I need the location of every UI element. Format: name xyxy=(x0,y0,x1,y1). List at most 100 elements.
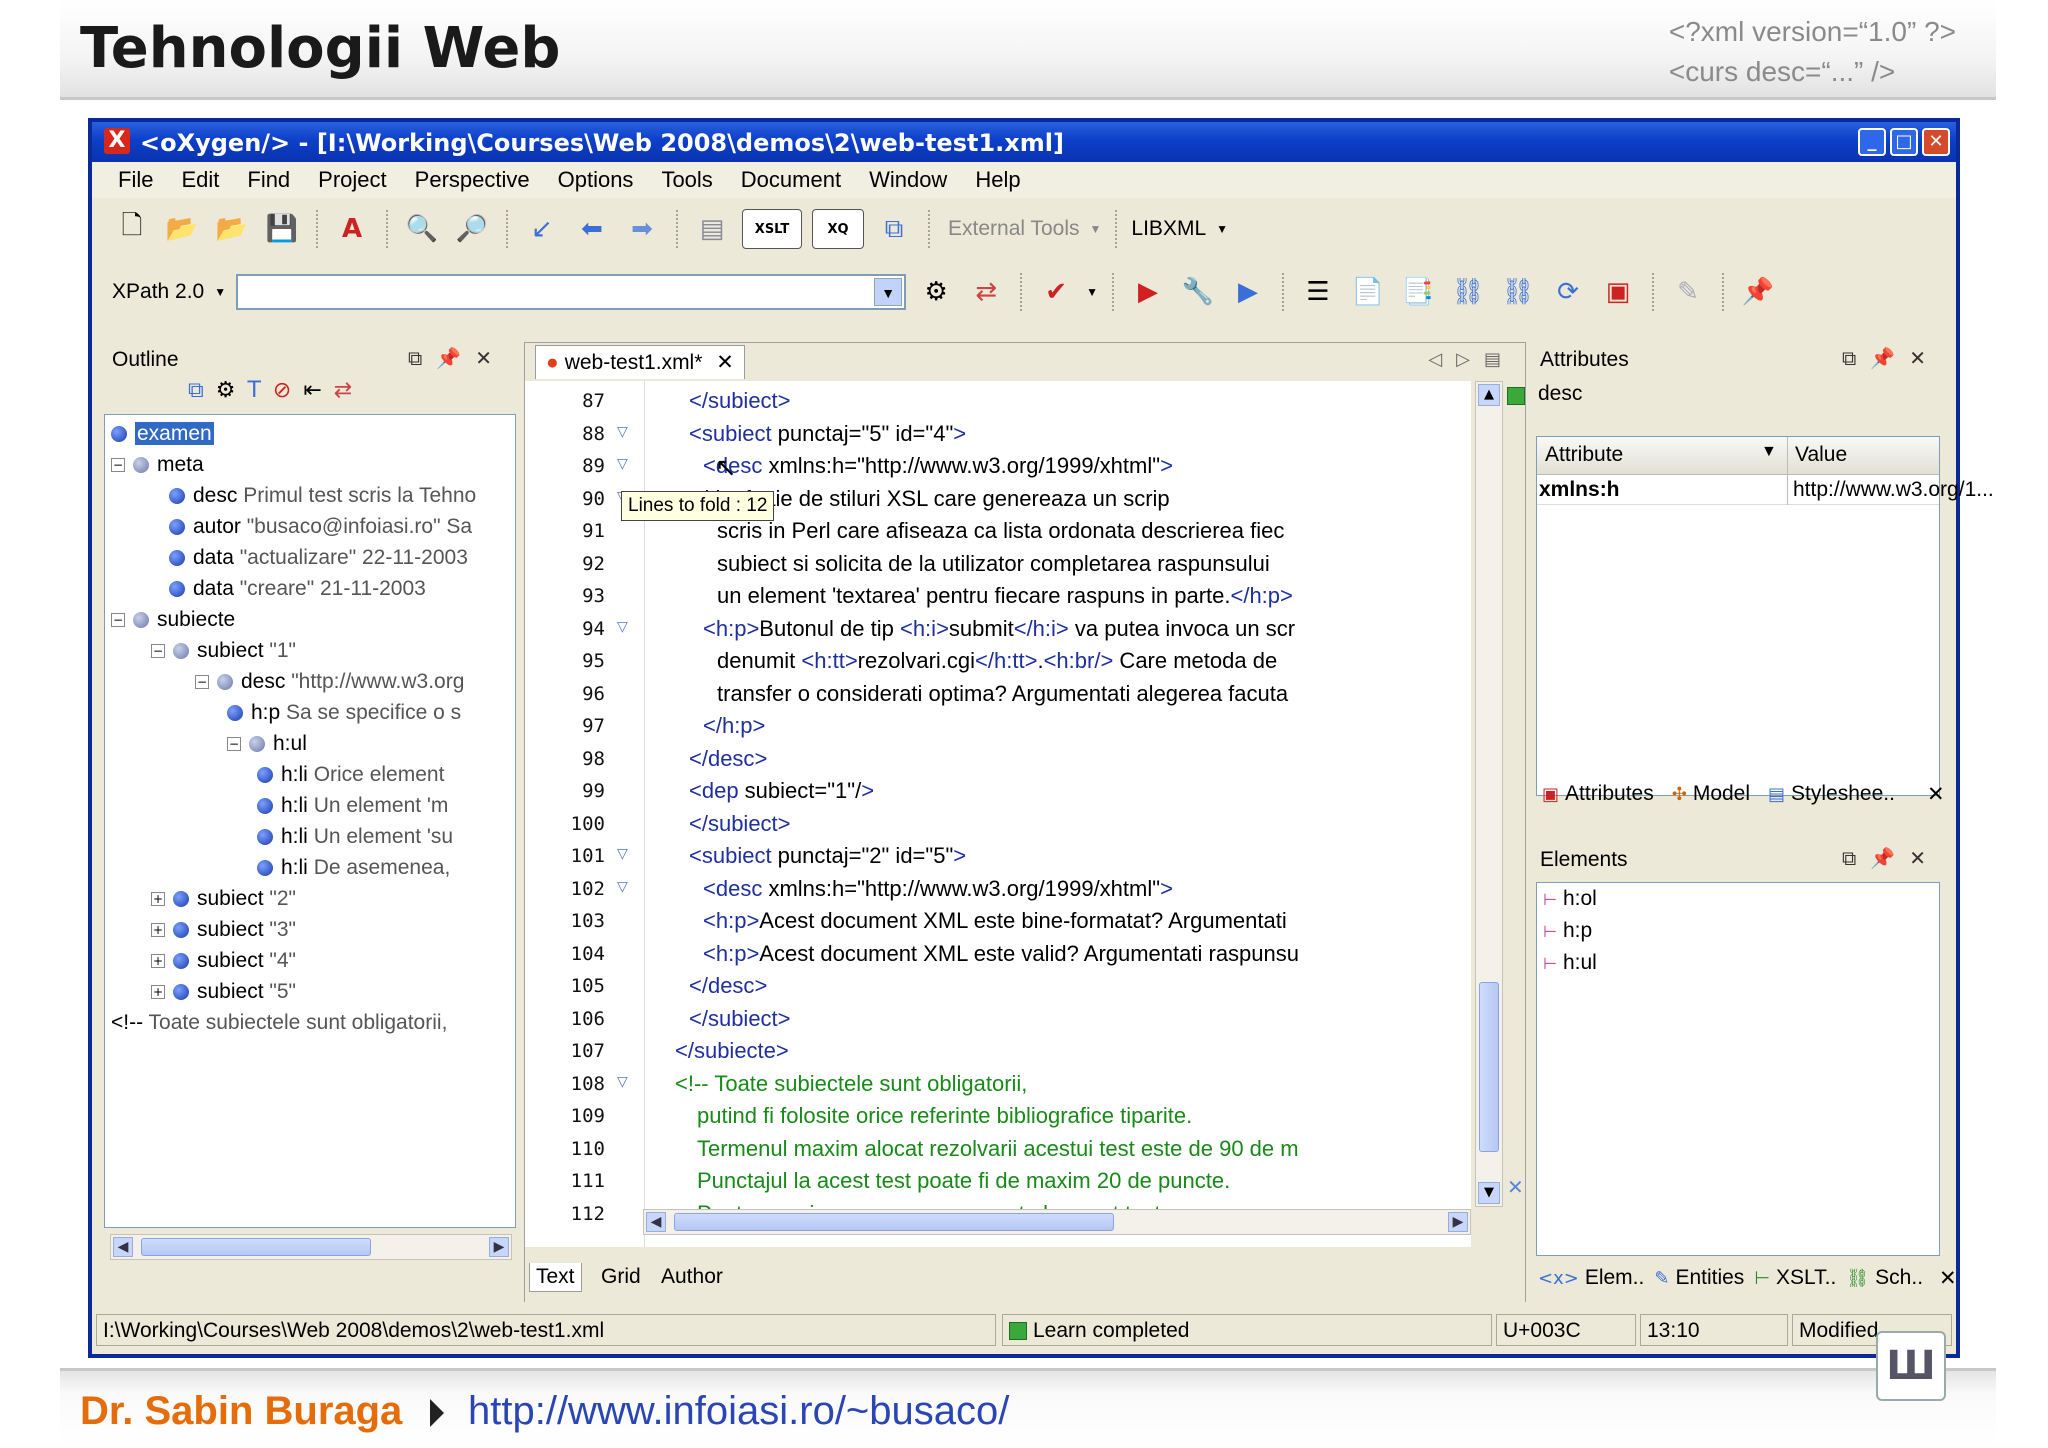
close-icon[interactable]: ✕ xyxy=(1909,346,1940,370)
outline-hscroll[interactable]: ◀ ▶ xyxy=(110,1234,512,1260)
outline-node[interactable]: h:p Sa se specifice o s xyxy=(227,698,461,728)
expand-icon[interactable]: + xyxy=(151,954,165,969)
scroll-thumb[interactable] xyxy=(674,1213,1114,1231)
fold-toggle-icon[interactable]: ▽ xyxy=(617,619,628,635)
open-url-icon[interactable]: 📂 xyxy=(212,209,252,249)
transform-icon[interactable]: ⧉ xyxy=(874,209,914,249)
code-line[interactable]: </subiecte> xyxy=(675,1035,789,1067)
pin-icon[interactable]: 📌 xyxy=(1738,272,1778,312)
xpath-input[interactable]: ▼ xyxy=(236,274,907,310)
back-icon[interactable]: ⬅ xyxy=(572,209,612,249)
close-icon[interactable]: ✕ xyxy=(1927,782,1945,807)
xquery-icon[interactable]: XQ xyxy=(812,209,864,249)
tree-map-icon[interactable]: ⛓ xyxy=(1498,272,1538,312)
maximize-button[interactable]: □ xyxy=(1890,128,1918,156)
pin-icon[interactable]: 📌 xyxy=(1870,846,1909,870)
code-line[interactable]: <desc xmlns:h="http://www.w3.org/1999/xh… xyxy=(703,450,1173,482)
title-bar[interactable]: X <oXygen/> - [I:\Working\Courses\Web 20… xyxy=(92,122,1956,162)
expand-icon[interactable]: + xyxy=(151,985,165,1000)
fold-toggle-icon[interactable]: ▽ xyxy=(617,456,628,472)
code-line[interactable]: <h:p>Butonul de tip <h:i>submit</h:i> va… xyxy=(703,613,1295,645)
list-item[interactable]: ⊢ h:ol xyxy=(1543,887,1597,911)
outline-node[interactable]: autor "busaco@infoiasi.ro" Sa xyxy=(169,512,472,542)
pin-icon[interactable]: 📌 xyxy=(1870,346,1909,370)
code-line[interactable]: </subiect> xyxy=(689,1003,791,1035)
code-line[interactable]: </desc> xyxy=(689,743,767,775)
minimize-button[interactable]: _ xyxy=(1858,128,1886,156)
format-indent-icon[interactable]: ☰ xyxy=(1298,272,1338,312)
outline-node[interactable]: − h:ul xyxy=(227,729,307,759)
close-icon[interactable]: ✕ xyxy=(1939,1266,1957,1291)
outline-text-icon[interactable]: T xyxy=(247,378,260,403)
restore-icon[interactable]: ⧉ xyxy=(1842,346,1870,370)
menu-options[interactable]: Options xyxy=(558,167,634,193)
table-row[interactable]: xmlns:h http://www.w3.org/1... xyxy=(1537,475,1994,505)
outline-node[interactable]: h:li Un element 'su xyxy=(257,822,453,852)
forward-icon[interactable]: ➡ xyxy=(622,209,662,249)
find-icon[interactable]: 🔍 xyxy=(402,209,442,249)
outline-node[interactable]: + subiect "2" xyxy=(151,884,296,914)
chevron-down-icon[interactable]: ▼ xyxy=(874,278,903,306)
slide-url[interactable]: http://www.infoiasi.ro/~busaco/ xyxy=(468,1389,1009,1434)
menu-document[interactable]: Document xyxy=(741,167,841,193)
code-line[interactable]: <h:p>Acest document XML este valid? Argu… xyxy=(703,938,1299,970)
scroll-thumb[interactable] xyxy=(141,1238,371,1256)
tab-prev-icon[interactable]: ◁ xyxy=(1428,349,1456,370)
restore-icon[interactable]: ⧉ xyxy=(408,346,436,370)
fold-toggle-icon[interactable]: ▽ xyxy=(617,424,628,440)
last-edit-icon[interactable]: ↙ xyxy=(522,209,562,249)
outline-node[interactable]: − subiect "1" xyxy=(151,636,296,666)
menu-window[interactable]: Window xyxy=(869,167,947,193)
list-item[interactable]: ⊢ h:ul xyxy=(1543,951,1597,975)
code-line[interactable]: denumit <h:tt>rezolvari.cgi</h:tt>.<h:br… xyxy=(717,645,1277,677)
code-line[interactable]: subiect si solicita de la utilizator com… xyxy=(717,548,1270,580)
fold-toggle-icon[interactable]: ▽ xyxy=(617,879,628,895)
close-icon[interactable]: ✕ xyxy=(475,346,506,370)
tab-entities[interactable]: ✎ Entities xyxy=(1654,1266,1744,1290)
tab-attributes[interactable]: ▣ Attributes xyxy=(1542,782,1654,806)
code-line[interactable]: </desc> xyxy=(689,970,767,1002)
xslt-icon[interactable]: XSLT xyxy=(742,209,802,249)
collapse-icon[interactable]: − xyxy=(195,675,209,690)
libxml-dropdown[interactable]: LIBXML xyxy=(1131,217,1206,241)
pin-icon[interactable]: 📌 xyxy=(436,346,475,370)
collapse-icon[interactable]: − xyxy=(151,644,165,659)
menu-help[interactable]: Help xyxy=(975,167,1020,193)
save-icon[interactable]: 💾 xyxy=(262,209,302,249)
find-in-files-icon[interactable]: 🔎 xyxy=(452,209,492,249)
configure-scenario-icon[interactable]: 🔧 xyxy=(1178,272,1218,312)
scroll-down-icon[interactable]: ▼ xyxy=(1478,1182,1500,1204)
attribute-value[interactable]: http://www.w3.org/1... xyxy=(1793,478,1994,502)
close-icon[interactable]: ✕ xyxy=(716,351,734,374)
xpath-version-select[interactable]: XPath 2.0 xyxy=(112,280,204,304)
code-line[interactable]: <dep subiect="1"/> xyxy=(689,775,874,807)
tab-schematron[interactable]: ⛓ Sch.. xyxy=(1846,1266,1923,1290)
outline-node[interactable]: + subiect "4" xyxy=(151,946,296,976)
tab-model[interactable]: ✣ Model xyxy=(1672,782,1750,806)
expand-icon[interactable]: + xyxy=(151,892,165,907)
list-item[interactable]: ⊢ h:p xyxy=(1543,919,1592,943)
new-file-icon[interactable]: 🗋 xyxy=(112,209,152,249)
mode-author-tab[interactable]: Author xyxy=(655,1263,729,1291)
menu-perspective[interactable]: Perspective xyxy=(415,167,530,193)
scroll-up-icon[interactable]: ▲ xyxy=(1478,384,1500,406)
code-line[interactable]: <subiect punctaj="2" id="5"> xyxy=(689,840,966,872)
tab-stylesheet[interactable]: ▤ Styleshee.. xyxy=(1768,782,1895,806)
chevron-down-icon[interactable]: ▼ xyxy=(1216,222,1228,236)
spell-check-icon[interactable]: A xyxy=(332,209,372,249)
code-line[interactable]: Termenul maxim alocat rezolvarii acestui… xyxy=(697,1133,1299,1165)
outline-node[interactable]: h:li Un element 'm xyxy=(257,791,448,821)
code-line[interactable]: <h:p>Acest document XML este bine-format… xyxy=(703,905,1287,937)
menu-file[interactable]: File xyxy=(118,167,153,193)
scroll-thumb[interactable] xyxy=(1479,982,1499,1152)
external-tools-dropdown[interactable]: External Tools xyxy=(948,217,1080,241)
refresh-icon[interactable]: ⟳ xyxy=(1548,272,1588,312)
menu-edit[interactable]: Edit xyxy=(181,167,219,193)
sort-down-icon[interactable]: ▼ xyxy=(1761,443,1777,461)
fold-toggle-icon[interactable]: ▽ xyxy=(617,846,628,862)
menu-tools[interactable]: Tools xyxy=(661,167,712,193)
scroll-left-icon[interactable]: ◀ xyxy=(113,1237,133,1257)
code-line[interactable]: <desc xmlns:h="http://www.w3.org/1999/xh… xyxy=(703,873,1173,905)
xpath-update-icon[interactable]: ⇄ xyxy=(966,272,1006,312)
tree-icon[interactable]: ⛓ xyxy=(1448,272,1488,312)
